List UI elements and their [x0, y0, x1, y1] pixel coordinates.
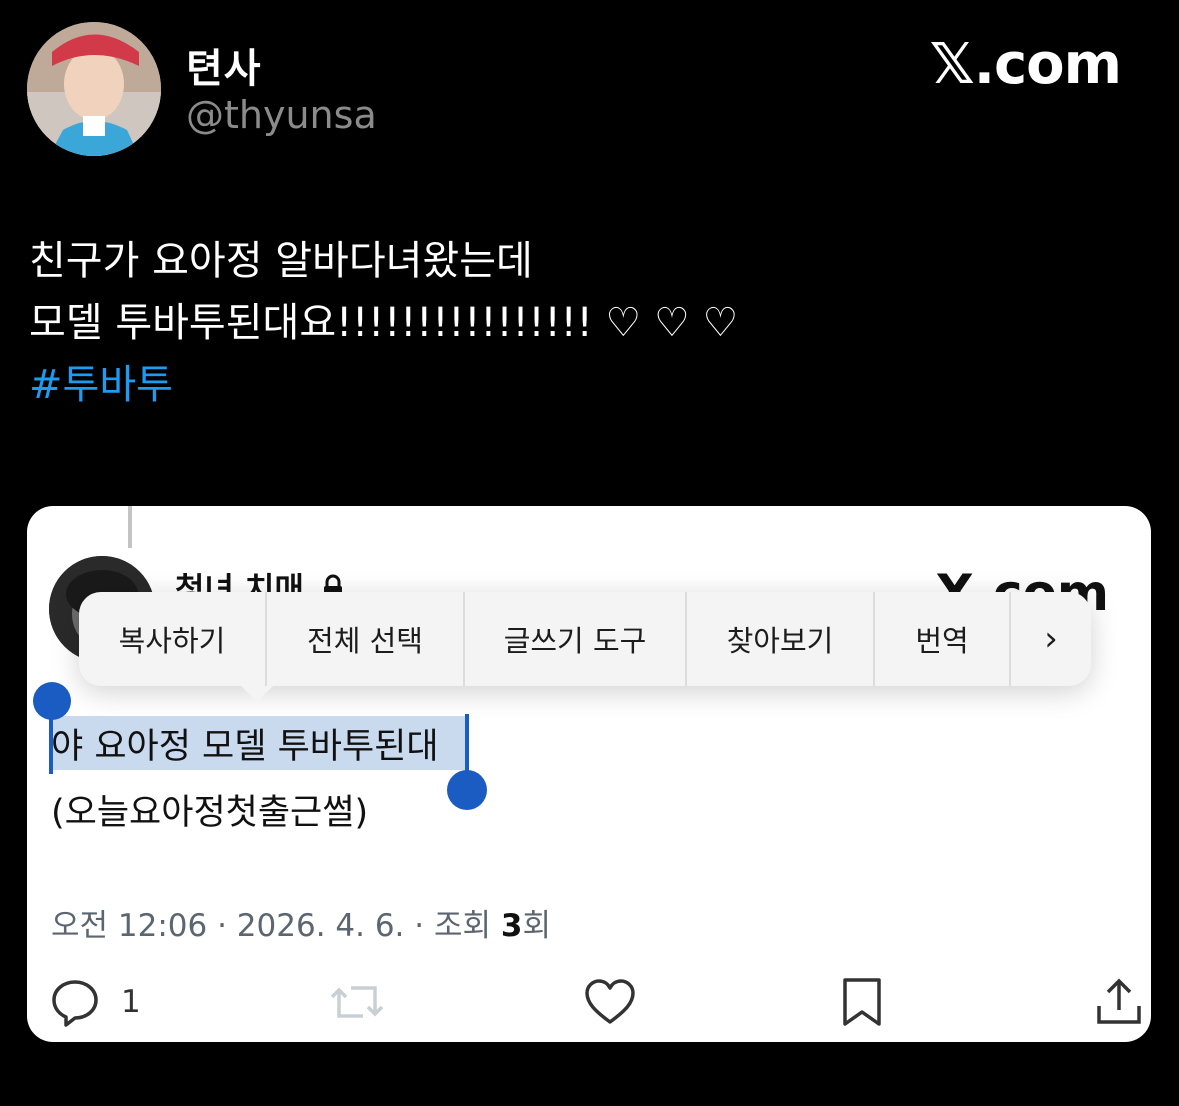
share-button[interactable]: [1095, 976, 1143, 1028]
share-icon: [1095, 976, 1143, 1028]
reply-icon: [49, 976, 101, 1028]
menu-copy[interactable]: 복사하기: [79, 592, 267, 686]
embedded-screenshot: 청녀 치매 X.com 복사하기 전체 선택 글쓰기 도구 찾아보기 번역 › …: [27, 506, 1151, 1042]
menu-more-chevron-icon[interactable]: ›: [1011, 592, 1091, 686]
tweet-text-line-2: 모델 투바투된대요!!!!!!!!!!!!!!!! ♡ ♡ ♡: [29, 300, 739, 346]
thread-line: [128, 506, 132, 548]
display-name[interactable]: 텬사: [186, 36, 262, 94]
x-logo: 𝕏.com: [929, 32, 1122, 97]
retweet-button[interactable]: [329, 976, 385, 1028]
menu-pointer: [241, 686, 273, 702]
tweet-date: 2026. 4. 6.: [236, 908, 405, 944]
selection-end-handle[interactable]: [465, 714, 469, 776]
menu-select-all[interactable]: 전체 선택: [267, 592, 465, 686]
tweet-body-line-2: (오늘요아정첫출근썰): [51, 793, 369, 833]
retweet-icon: [329, 976, 385, 1028]
bookmark-icon: [839, 976, 885, 1028]
avatar[interactable]: [27, 22, 161, 156]
context-menu: 복사하기 전체 선택 글쓰기 도구 찾아보기 번역 ›: [79, 592, 1091, 686]
menu-translate[interactable]: 번역: [875, 592, 1011, 686]
menu-writing-tools[interactable]: 글쓰기 도구: [465, 592, 687, 686]
views-prefix: 조회: [433, 908, 501, 944]
hashtag-link[interactable]: #투바투: [29, 354, 738, 416]
reply-button[interactable]: 1: [49, 976, 141, 1028]
selected-text[interactable]: 야 요아정 모델 투바투된대: [51, 718, 439, 769]
reply-count: 1: [121, 984, 141, 1020]
tweet-meta: 오전 12:06 · 2026. 4. 6. · 조회 3회: [51, 900, 551, 945]
tweet-text-line-1: 친구가 요아정 알바다녀왔는데: [29, 238, 533, 284]
tweet-time: 오전 12:06: [51, 908, 208, 944]
action-bar: 1: [49, 976, 1141, 1036]
meta-separator-2: ·: [404, 908, 434, 944]
menu-look-up[interactable]: 찾아보기: [687, 592, 875, 686]
tweet-text: 친구가 요아정 알바다녀왔는데 모델 투바투된대요!!!!!!!!!!!!!!!…: [29, 230, 738, 416]
views-count: 3: [500, 908, 523, 944]
user-handle[interactable]: @thyunsa: [186, 93, 377, 137]
like-icon: [583, 976, 637, 1028]
views-suffix: 회: [522, 908, 551, 944]
selection-end-knob[interactable]: [447, 770, 487, 810]
selection-start-knob[interactable]: [33, 682, 71, 720]
like-button[interactable]: [583, 976, 637, 1028]
meta-separator: ·: [207, 908, 237, 944]
bookmark-button[interactable]: [839, 976, 885, 1028]
